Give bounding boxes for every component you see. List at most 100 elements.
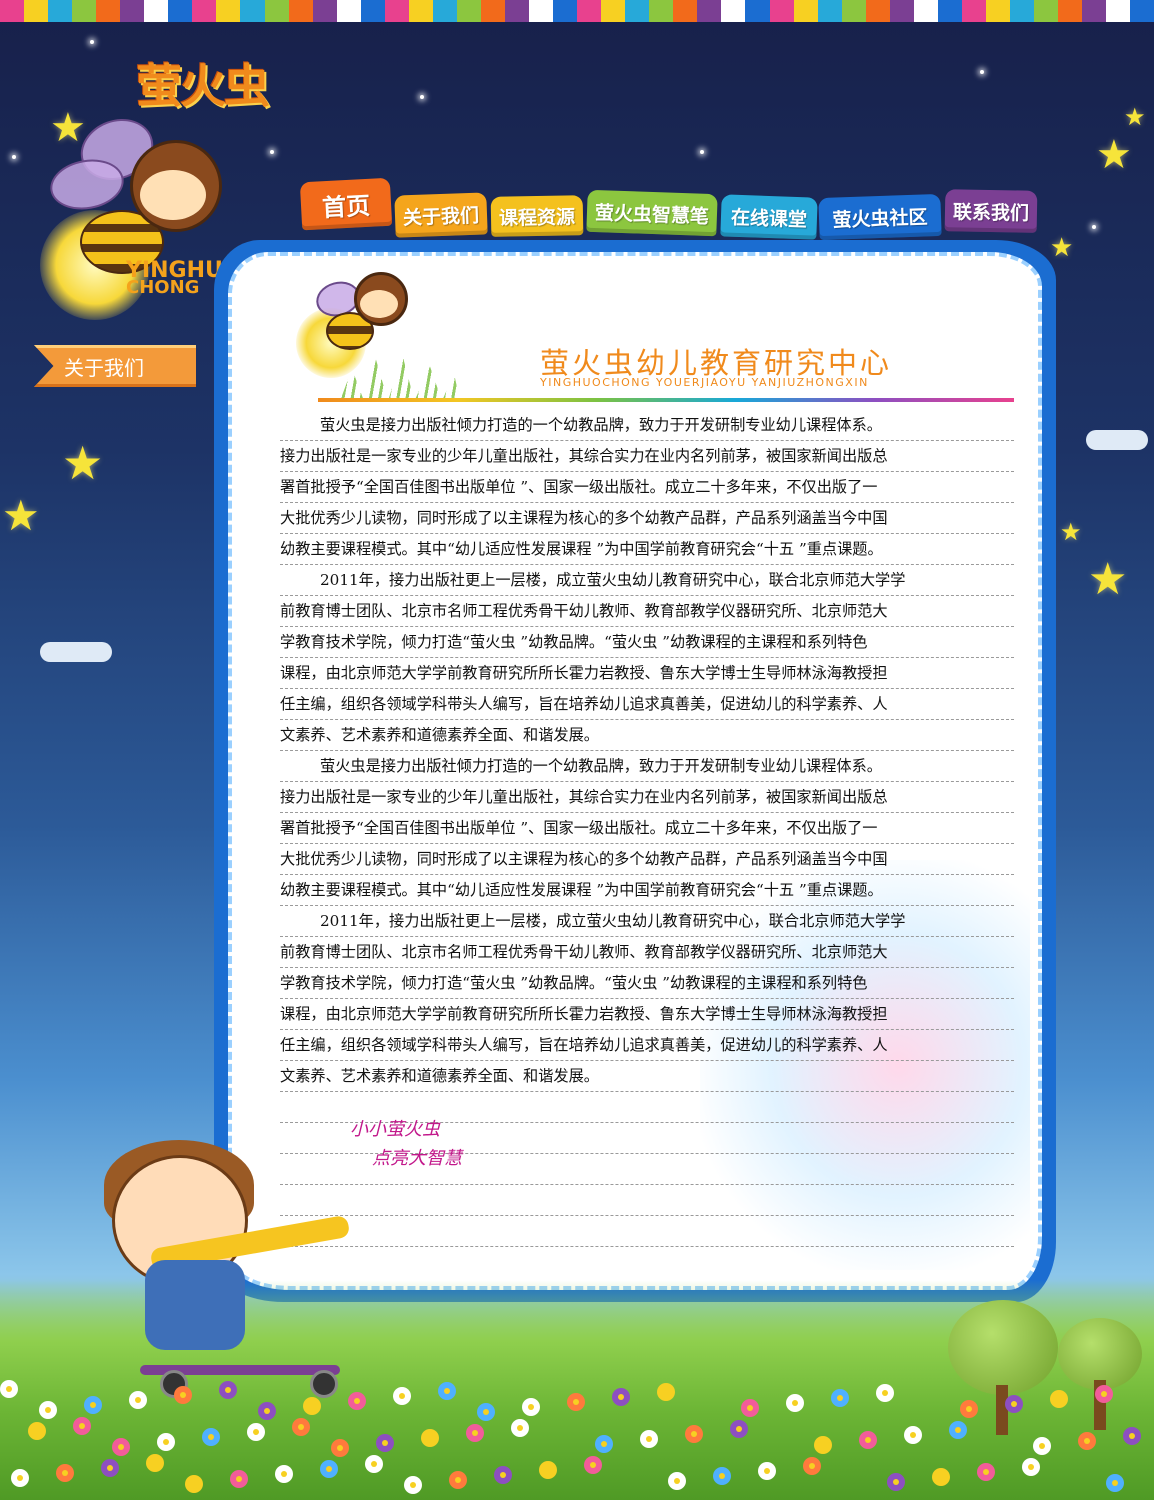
stripe [168,0,193,22]
sparkle [270,150,274,154]
nav-item-contact[interactable]: 联系我们 [944,189,1038,233]
text-line: 署首批授予“全国百佳图书出版单位 ”、国家一级出版社。成立二十多年来，不仅出版了… [280,472,1014,503]
flower-icon [477,1403,495,1421]
text-line: 大批优秀少儿读物，同时形成了以主课程为核心的多个幼教产品群，产品系列涵盖当今中国 [280,844,1014,875]
flower-icon [831,1389,849,1407]
stripe [721,0,746,22]
flower-icon [438,1382,456,1400]
flower-icon [803,1457,821,1475]
text-line: 学教育技术学院，倾力打造“萤火虫 ”幼教品牌。“萤火虫 ”幼教课程的主课程和系列… [280,968,1014,999]
text-line: 2011年，接力出版社更上一层楼，成立萤火虫幼儿教育研究中心，联合北京师范大学学 [280,906,1014,937]
nav-item-community[interactable]: 萤火虫社区 [818,193,942,241]
star-icon: ★ [62,436,104,490]
flower-icon [56,1464,74,1482]
flower-icon [112,1438,130,1456]
flower-icon [887,1473,905,1491]
cloud-icon [40,642,112,662]
flower-icon [668,1472,686,1490]
text-line: 任主编，组织各领域学科带头人编写，旨在培养幼儿追求真善美，促进幼儿的科学素养、人 [280,689,1014,720]
slogan-line2: 点亮大智慧 [372,1148,462,1169]
flower-icon [292,1418,310,1436]
nav-item-home[interactable]: 首页 [299,177,393,231]
stripe [985,0,1010,22]
tree-trunk [996,1385,1008,1435]
cloud-icon [1086,430,1148,450]
stripe [1106,0,1131,22]
text-line: 署首批授予“全国百佳图书出版单位 ”、国家一级出版社。成立二十多年来，不仅出版了… [280,813,1014,844]
flower-icon [1022,1458,1040,1476]
stripe [72,0,97,22]
text-line: 2011年，接力出版社更上一层楼，成立萤火虫幼儿教育研究中心，联合北京师范大学学 [280,565,1014,596]
stripe [480,0,505,22]
flower-icon [960,1400,978,1418]
text-line: 幼教主要课程模式。其中“幼儿适应性发展课程 ”为中国学前教育研究会“十五 ”重点… [280,875,1014,906]
stripe [0,0,25,22]
nav-item-about[interactable]: 关于我们 [394,192,488,238]
stripe [841,0,866,22]
nav-item-smart-pen[interactable]: 萤火虫智慧笔 [586,189,718,237]
stripe [961,0,986,22]
flower-icon [786,1394,804,1412]
small-firefly-icon [296,268,408,378]
text-line: 接力出版社是一家专业的少年儿童出版社，其综合实力在业内名列前茅，被国家新闻出版总 [280,441,1014,472]
flower-icon [28,1422,46,1440]
flower-icon [174,1386,192,1404]
star-icon: ★ [1088,554,1128,605]
main-nav: 首页 关于我们 课程资源 萤火虫智慧笔 在线课堂 萤火虫社区 联系我们 [297,177,1042,241]
text-line: 幼教主要课程模式。其中“幼儿适应性发展课程 ”为中国学前教育研究会“十五 ”重点… [280,534,1014,565]
stripe [793,0,818,22]
stripe [553,0,578,22]
scooter-wheel [310,1370,338,1398]
flower-icon [466,1424,484,1442]
flower-icon [0,1380,18,1398]
flower-icon [932,1468,950,1486]
nav-item-online-class[interactable]: 在线课堂 [720,194,818,240]
flower-icon [904,1426,922,1444]
flower-icon [977,1463,995,1481]
stripe [1130,0,1154,22]
stripe [192,0,217,22]
flower-icon [494,1466,512,1484]
flower-icon [39,1401,57,1419]
tree-icon [948,1300,1058,1395]
flower-icon [1033,1437,1051,1455]
text-line: 前教育博士团队、北京市名师工程优秀骨干幼儿教师、教育部教学仪器研究所、北京师范大 [280,596,1014,627]
text-line [280,1185,1014,1216]
flower-icon [202,1428,220,1446]
girl-body [145,1260,245,1350]
flower-icon [146,1454,164,1472]
top-color-stripes [0,0,1154,22]
flower-icon [511,1419,529,1437]
text-line: 大批优秀少儿读物，同时形成了以主课程为核心的多个幼教产品群，产品系列涵盖当今中国 [280,503,1014,534]
stripe [913,0,938,22]
stripe [697,0,722,22]
flower-icon [567,1393,585,1411]
stripe [817,0,842,22]
flower-icon [730,1420,748,1438]
flower-icon [741,1399,759,1417]
flower-icon [1005,1395,1023,1413]
text-line [280,1216,1014,1247]
flower-icon [758,1462,776,1480]
flower-icon [1123,1427,1141,1445]
flower-icon [348,1392,366,1410]
flower-icon [393,1387,411,1405]
flower-icon [73,1417,91,1435]
stripe [1058,0,1083,22]
flower-icon [685,1425,703,1443]
text-line: 课程，由北京师范大学学前教育研究所所长霍力岩教授、鲁东大学博士生导师林泳海教授担 [280,999,1014,1030]
flower-icon [421,1429,439,1447]
nav-item-courses[interactable]: 课程资源 [490,195,584,237]
stripe [264,0,289,22]
flower-icon [101,1459,119,1477]
flower-icon [449,1471,467,1489]
flower-icon [404,1476,422,1494]
star-icon: ★ [2,491,40,540]
stripe [144,0,169,22]
section-tag-about[interactable]: 关于我们 [34,345,196,387]
flower-icon [303,1397,321,1415]
flower-icon [185,1475,203,1493]
text-line: 文素养、艺术素养和道德素养全面、和谐发展。 [280,1061,1014,1092]
flower-icon [258,1402,276,1420]
stripe [312,0,337,22]
